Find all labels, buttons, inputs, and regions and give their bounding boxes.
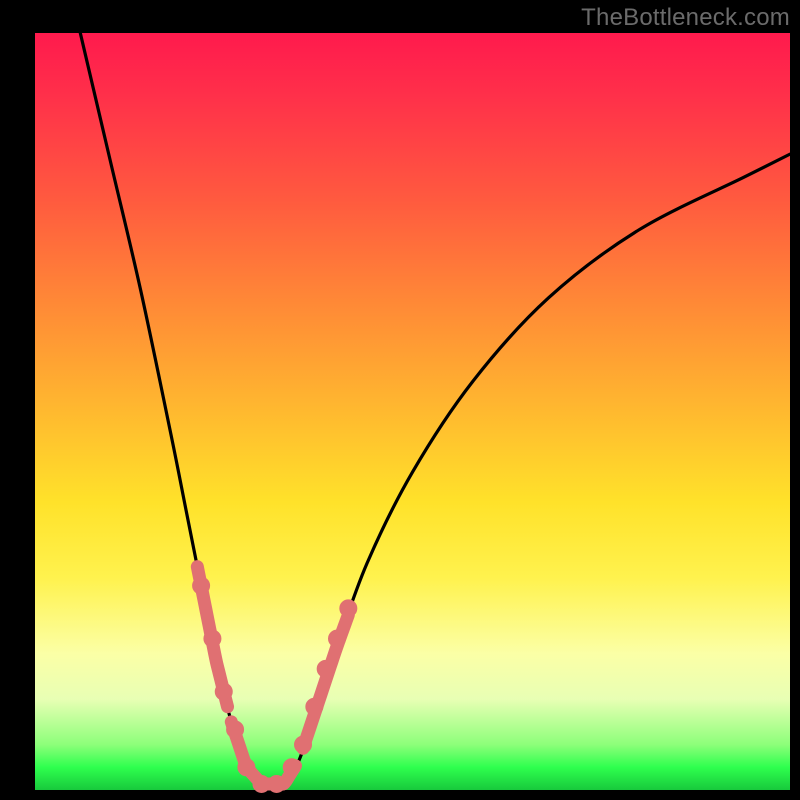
right-curve: [284, 154, 790, 784]
highlight-dot: [215, 683, 232, 700]
highlight-dot: [253, 775, 270, 792]
highlight-dot: [329, 630, 346, 647]
highlight-dot: [283, 759, 300, 776]
highlight-dot: [268, 775, 285, 792]
highlight-dot: [193, 577, 210, 594]
highlight-dot: [306, 698, 323, 715]
chart-frame: TheBottleneck.com: [0, 0, 800, 800]
highlight-dot: [204, 630, 221, 647]
highlight-dot: [227, 721, 244, 738]
chart-svg: [35, 33, 790, 790]
plot-area: [35, 33, 790, 790]
left-curve: [80, 33, 261, 784]
highlight-dot: [340, 600, 357, 617]
highlight-dot: [238, 759, 255, 776]
highlight-dot: [295, 736, 312, 753]
watermark-text: TheBottleneck.com: [581, 4, 790, 32]
highlight-dot: [317, 660, 334, 677]
